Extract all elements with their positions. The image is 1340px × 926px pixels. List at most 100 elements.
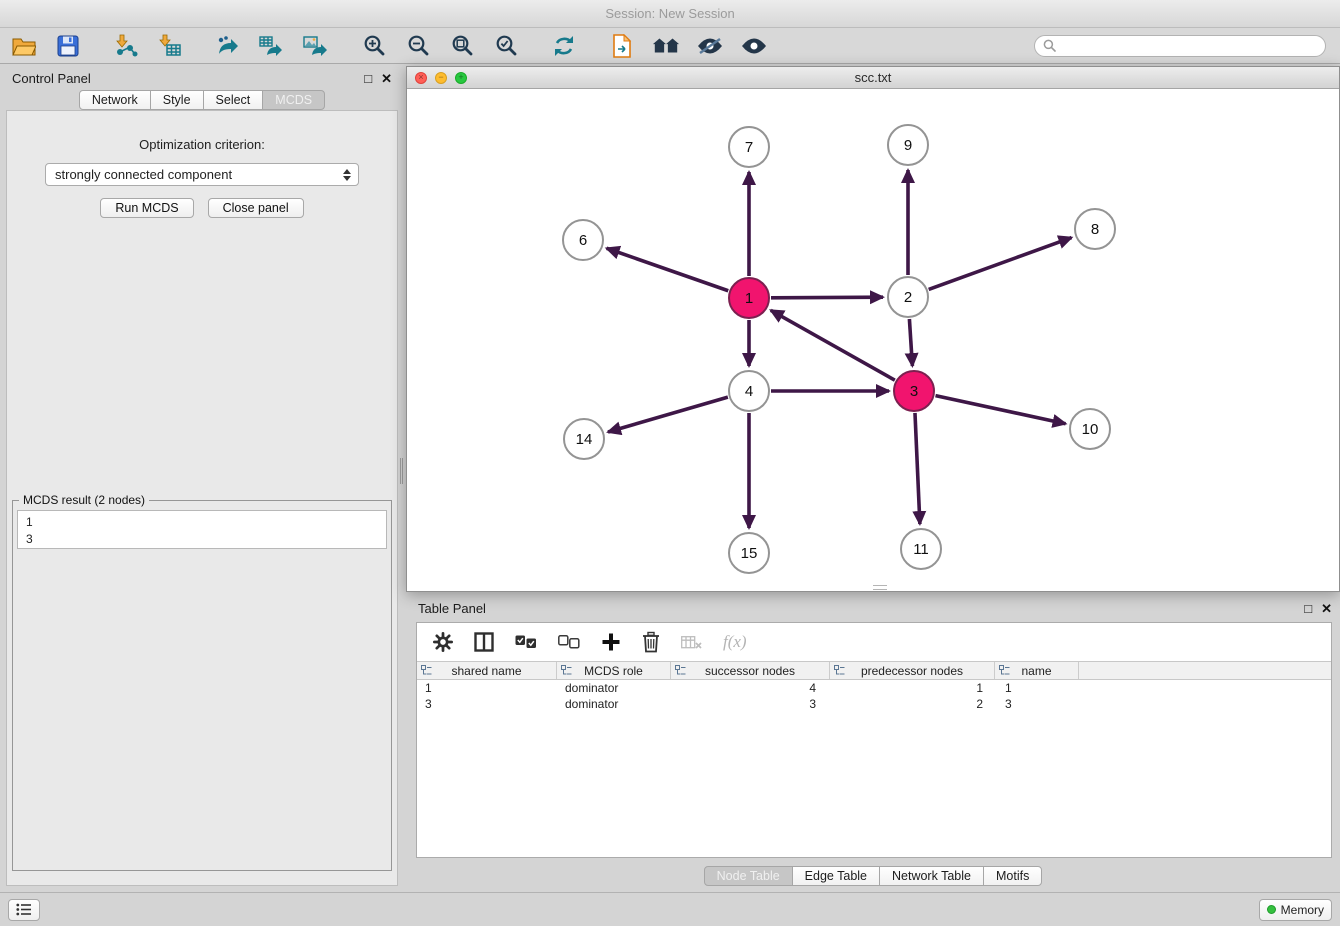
network-window-titlebar[interactable]: scc.txt × − + — [407, 67, 1339, 89]
table-tab-edge-table[interactable]: Edge Table — [792, 866, 880, 886]
open-session-icon[interactable] — [10, 32, 38, 60]
mcds-result-fieldset: MCDS result (2 nodes) 13 — [12, 493, 392, 871]
column-header-mcds-role[interactable]: MCDS role — [557, 662, 671, 679]
control-tab-style[interactable]: Style — [150, 90, 204, 110]
graph-node-1[interactable]: 1 — [728, 277, 770, 319]
table-cell[interactable]: 3 — [671, 696, 830, 712]
graph-node-9[interactable]: 9 — [887, 124, 929, 166]
close-window-icon[interactable]: × — [415, 72, 427, 84]
network-overview-icon[interactable] — [652, 32, 680, 60]
table-row[interactable]: 1dominator411 — [417, 680, 1331, 696]
table-row[interactable]: 3dominator323 — [417, 696, 1331, 712]
float-table-panel-icon[interactable]: □ — [1304, 602, 1312, 615]
table-cell[interactable]: 1 — [417, 680, 557, 696]
graph-node-3[interactable]: 3 — [893, 370, 935, 412]
criterion-select[interactable]: strongly connected component — [45, 163, 359, 186]
close-panel-icon[interactable]: ✕ — [381, 72, 392, 85]
optimization-criterion-label: Optimization criterion: — [139, 137, 265, 152]
export-image-icon[interactable] — [302, 32, 330, 60]
control-tab-select[interactable]: Select — [203, 90, 264, 110]
view-tool-group — [608, 32, 768, 60]
maximize-window-icon[interactable]: + — [455, 72, 467, 84]
graph-node-10[interactable]: 10 — [1069, 408, 1111, 450]
control-panel-tabs: NetworkStyleSelectMCDS — [4, 90, 400, 110]
sort-icon[interactable] — [834, 665, 845, 679]
table-cell[interactable]: 2 — [830, 696, 995, 712]
graph-node-8[interactable]: 8 — [1074, 208, 1116, 250]
column-header-shared-name[interactable]: shared name — [417, 662, 557, 679]
criterion-value: strongly connected component — [55, 167, 232, 182]
hide-graphics-details-icon[interactable] — [696, 32, 724, 60]
graph-node-4[interactable]: 4 — [728, 370, 770, 412]
table-cell[interactable]: 4 — [671, 680, 830, 696]
network-window-title: scc.txt — [407, 70, 1339, 85]
graph-node-11[interactable]: 11 — [900, 528, 942, 570]
memory-button[interactable]: Memory — [1259, 899, 1332, 921]
panel-splitter-handle[interactable] — [400, 458, 403, 484]
add-column-icon[interactable] — [601, 632, 621, 652]
sort-icon[interactable] — [675, 665, 686, 679]
graph-node-2[interactable]: 2 — [887, 276, 929, 318]
graph-node-7[interactable]: 7 — [728, 126, 770, 168]
table-settings-gear-icon[interactable] — [433, 632, 453, 652]
task-history-button[interactable] — [8, 899, 40, 921]
window-title: Session: New Session — [605, 6, 734, 21]
sort-icon[interactable] — [999, 665, 1010, 679]
apply-layout-icon[interactable] — [550, 32, 578, 60]
function-builder-icon[interactable]: f(x) — [723, 632, 747, 652]
layout-tool-group — [550, 32, 578, 60]
control-tab-network[interactable]: Network — [79, 90, 151, 110]
table-cell[interactable]: 3 — [995, 696, 1079, 712]
sort-icon[interactable] — [561, 665, 572, 679]
zoom-selected-icon[interactable] — [492, 32, 520, 60]
graph-node-6[interactable]: 6 — [562, 219, 604, 261]
minimize-window-icon[interactable]: − — [435, 72, 447, 84]
close-panel-button[interactable]: Close panel — [208, 198, 304, 218]
table-tab-motifs[interactable]: Motifs — [983, 866, 1042, 886]
close-table-panel-icon[interactable]: ✕ — [1321, 602, 1332, 615]
float-panel-icon[interactable]: □ — [364, 72, 372, 85]
graph-node-15[interactable]: 15 — [728, 532, 770, 574]
column-header-name[interactable]: name — [995, 662, 1079, 679]
column-header-successor-nodes[interactable]: successor nodes — [671, 662, 830, 679]
graph-node-14[interactable]: 14 — [563, 418, 605, 460]
search-input[interactable] — [1061, 39, 1317, 53]
select-all-icon[interactable] — [515, 635, 537, 649]
delete-column-trash-icon[interactable] — [642, 631, 660, 653]
table-tab-node-table[interactable]: Node Table — [704, 866, 793, 886]
export-table-icon[interactable] — [258, 32, 286, 60]
table-cell[interactable]: dominator — [557, 696, 671, 712]
window-resize-handle[interactable] — [873, 585, 887, 590]
zoom-out-icon[interactable] — [404, 32, 432, 60]
export-network-icon[interactable] — [214, 32, 242, 60]
sort-icon[interactable] — [421, 665, 432, 679]
table-tab-network-table[interactable]: Network Table — [879, 866, 984, 886]
delete-table-icon[interactable] — [681, 634, 702, 650]
table-cell[interactable]: 1 — [995, 680, 1079, 696]
window-titlebar[interactable]: Session: New Session — [0, 0, 1340, 28]
mcds-result-line: 1 — [26, 514, 386, 531]
search-box[interactable] — [1034, 35, 1326, 57]
mcds-result-list[interactable]: 13 — [17, 510, 387, 549]
import-network-file-icon[interactable] — [112, 32, 140, 60]
zoom-in-icon[interactable] — [360, 32, 388, 60]
table-body: 1dominator4113dominator323 — [417, 680, 1331, 712]
save-session-icon[interactable] — [54, 32, 82, 60]
export-document-icon[interactable] — [608, 32, 636, 60]
zoom-fit-icon[interactable] — [448, 32, 476, 60]
table-cell[interactable]: dominator — [557, 680, 671, 696]
network-canvas[interactable]: 7 9 6 8 1 2 4 3 14 10 15 11 — [407, 89, 1339, 591]
show-graphics-details-icon[interactable] — [740, 32, 768, 60]
show-columns-icon[interactable] — [474, 632, 494, 652]
control-tab-mcds[interactable]: MCDS — [262, 90, 325, 110]
table-cell[interactable]: 3 — [417, 696, 557, 712]
table-cell[interactable]: 1 — [830, 680, 995, 696]
deselect-all-icon[interactable] — [558, 635, 580, 649]
column-header-predecessor-nodes[interactable]: predecessor nodes — [830, 662, 995, 679]
table-header-row: shared nameMCDS rolesuccessor nodesprede… — [417, 661, 1331, 680]
control-panel: Control Panel □ ✕ NetworkStyleSelectMCDS… — [4, 66, 400, 888]
memory-status-icon — [1267, 905, 1276, 914]
run-mcds-button[interactable]: Run MCDS — [100, 198, 193, 218]
main-toolbar — [0, 28, 1340, 64]
import-table-file-icon[interactable] — [156, 32, 184, 60]
